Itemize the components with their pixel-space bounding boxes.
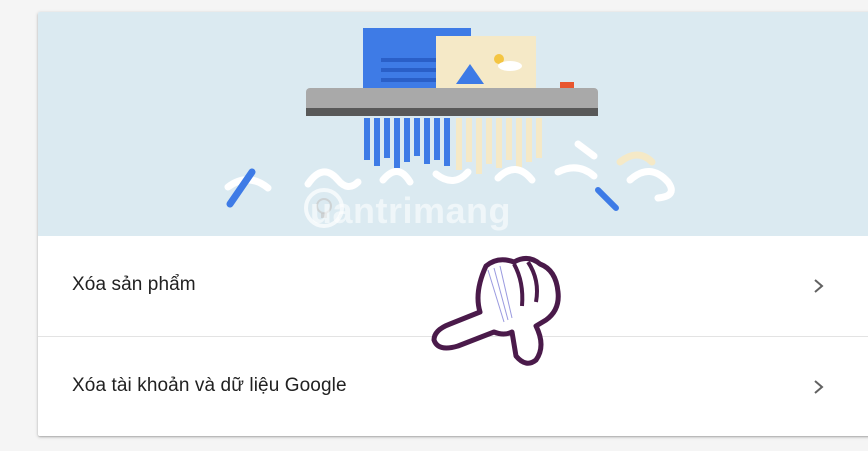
hero-banner [38,12,868,236]
chevron-right-icon [814,279,824,293]
chevron-right-icon [814,380,824,394]
delete-options-card: Xóa sản phẩm Xóa tài khoản và dữ liệu Go… [38,12,868,436]
delete-products-row[interactable]: Xóa sản phẩm [38,236,868,336]
delete-products-label: Xóa sản phẩm [72,274,196,295]
delete-account-label: Xóa tài khoản và dữ liệu Google [72,375,347,396]
delete-account-row[interactable]: Xóa tài khoản và dữ liệu Google [38,336,868,436]
paper-shredder-illustration [224,28,675,211]
